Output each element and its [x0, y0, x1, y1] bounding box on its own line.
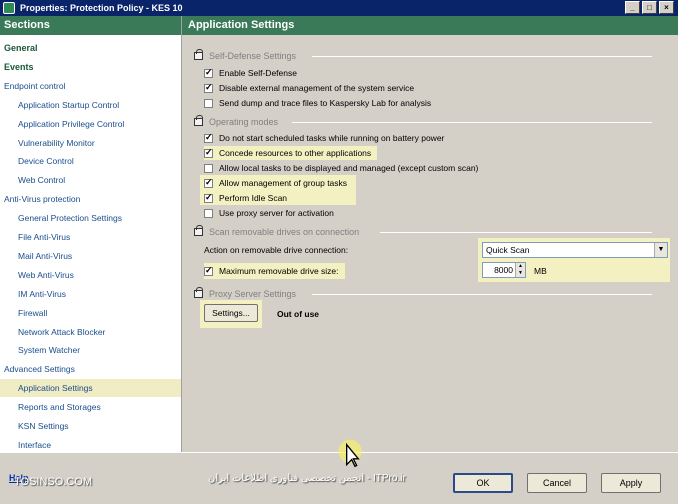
sections-panel: Sections General Events Endpoint control Ap… — [0, 16, 182, 452]
lock-icon[interactable] — [194, 115, 203, 126]
cancel-button[interactable]: Cancel — [527, 473, 587, 493]
disable-external-management-option[interactable]: Disable external management of the syste… — [204, 81, 420, 95]
sidebar-item-vulnerability-monitor[interactable]: Vulnerability Monitor — [0, 134, 181, 152]
group-tasks-checkbox[interactable] — [204, 177, 213, 188]
sidebar-item-im-anti-virus[interactable]: IM Anti-Virus — [0, 285, 181, 303]
proxy-activation-option[interactable]: Use proxy server for activation — [204, 206, 340, 220]
watermark-left: TOSINSO.COM — [14, 476, 93, 488]
sidebar-item-application-settings[interactable]: Application Settings — [0, 379, 181, 398]
sidebar-item-network-attack-blocker[interactable]: Network Attack Blocker — [0, 323, 181, 341]
lock-icon[interactable] — [194, 49, 203, 60]
minimize-button[interactable]: _ — [625, 1, 640, 14]
sidebar-item-web-control[interactable]: Web Control — [0, 171, 181, 189]
allow-local-tasks-checkbox[interactable] — [204, 163, 213, 173]
lock-icon[interactable] — [194, 287, 203, 298]
self-defense-group-title: Self-Defense Settings — [194, 49, 296, 61]
battery-power-checkbox[interactable] — [204, 132, 213, 143]
sidebar-item-reports-and-storages[interactable]: Reports and Storages — [0, 398, 181, 416]
send-dump-checkbox[interactable] — [204, 98, 213, 108]
max-drive-size-option[interactable]: Maximum removable drive size: — [204, 263, 345, 279]
sidebar-item-firewall[interactable]: Firewall — [0, 304, 181, 322]
proxy-group-title: Proxy Server Settings — [194, 287, 296, 299]
sidebar-item-general[interactable]: General — [0, 39, 181, 57]
battery-power-option[interactable]: Do not start scheduled tasks while runni… — [204, 131, 450, 145]
spin-arrows-icon[interactable]: ▲ ▼ — [515, 263, 525, 277]
apply-button[interactable]: Apply — [601, 473, 661, 493]
group-tasks-option[interactable]: Allow management of group tasks — [204, 176, 353, 190]
lock-icon[interactable] — [194, 225, 203, 236]
max-drive-size-checkbox[interactable] — [204, 265, 213, 276]
watermark-right: انجمن تخصصی فناوری اطلاعات ایران - ITPro… — [208, 473, 406, 484]
size-unit-label: MB — [534, 266, 547, 276]
close-button[interactable]: × — [659, 1, 674, 14]
sections-header: Sections — [0, 16, 181, 35]
sidebar-item-web-anti-virus[interactable]: Web Anti-Virus — [0, 266, 181, 284]
removable-action-select[interactable]: Quick Scan ▼ — [482, 242, 668, 258]
removable-action-label: Action on removable drive connection: — [204, 245, 349, 255]
sidebar-item-application-startup-control[interactable]: Application Startup Control — [0, 96, 181, 114]
enable-self-defense-checkbox[interactable] — [204, 67, 213, 78]
concede-resources-option[interactable]: Concede resources to other applications — [204, 146, 378, 160]
proxy-settings-button[interactable]: Settings... — [204, 304, 258, 322]
sidebar-item-endpoint-control[interactable]: Endpoint control — [0, 77, 181, 95]
max-drive-size-stepper[interactable]: 8000 ▲ ▼ — [482, 262, 526, 278]
removable-drives-group-title: Scan removable drives on connection — [194, 225, 359, 237]
sidebar-item-file-anti-virus[interactable]: File Anti-Virus — [0, 228, 181, 246]
ok-button[interactable]: OK — [453, 473, 513, 493]
allow-local-tasks-option[interactable]: Allow local tasks to be displayed and ma… — [204, 161, 484, 175]
proxy-activation-checkbox[interactable] — [204, 208, 213, 218]
sidebar-item-anti-virus-protection[interactable]: Anti-Virus protection — [0, 190, 181, 208]
proxy-status-text: Out of use — [277, 309, 320, 319]
concede-resources-checkbox[interactable] — [204, 147, 213, 158]
operating-modes-group-title: Operating modes — [194, 115, 278, 127]
sidebar-item-general-protection-settings[interactable]: General Protection Settings — [0, 209, 181, 227]
idle-scan-option[interactable]: Perform Idle Scan — [204, 191, 293, 205]
enable-self-defense-option[interactable]: Enable Self-Defense — [204, 66, 303, 80]
sidebar-item-system-watcher[interactable]: System Watcher — [0, 341, 181, 359]
mouse-cursor-icon — [338, 439, 362, 468]
kaspersky-app-icon — [3, 2, 15, 14]
maximize-button[interactable]: □ — [642, 1, 657, 14]
panel-title: Application Settings — [182, 16, 678, 35]
window-title: Properties: Protection Policy - KES 10 — [20, 3, 183, 13]
sidebar-item-ksn-settings[interactable]: KSN Settings — [0, 417, 181, 435]
disable-external-management-checkbox[interactable] — [204, 82, 213, 93]
sidebar-item-application-privilege-control[interactable]: Application Privilege Control — [0, 115, 181, 133]
sidebar-item-device-control[interactable]: Device Control — [0, 152, 181, 170]
sidebar-item-events[interactable]: Events — [0, 58, 181, 76]
idle-scan-checkbox[interactable] — [204, 192, 213, 203]
sidebar-item-advanced-settings[interactable]: Advanced Settings — [0, 360, 181, 378]
sidebar-item-mail-anti-virus[interactable]: Mail Anti-Virus — [0, 247, 181, 265]
chevron-down-icon[interactable]: ▼ — [654, 243, 667, 257]
application-settings-panel: Application Settings Self-Defense Settin… — [182, 16, 678, 452]
send-dump-option[interactable]: Send dump and trace files to Kaspersky L… — [204, 96, 437, 110]
window-title-bar: Properties: Protection Policy - KES 10 _… — [0, 0, 678, 16]
